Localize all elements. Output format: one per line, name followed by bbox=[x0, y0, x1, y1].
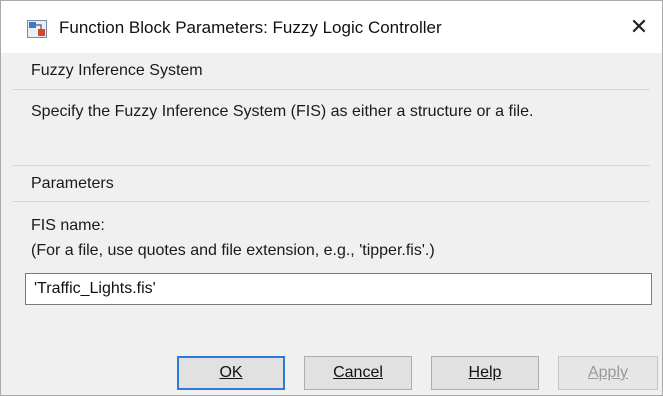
cancel-button[interactable]: Cancel bbox=[304, 356, 412, 390]
title-bar: Function Block Parameters: Fuzzy Logic C… bbox=[1, 1, 662, 53]
section-divider bbox=[13, 201, 650, 202]
dialog-window: Function Block Parameters: Fuzzy Logic C… bbox=[0, 0, 663, 396]
ok-button[interactable]: OK bbox=[177, 356, 285, 390]
section-header-parameters: Parameters bbox=[31, 175, 114, 192]
apply-button: Apply bbox=[558, 356, 658, 390]
section-divider bbox=[13, 165, 650, 166]
fis-description: Specify the Fuzzy Inference System (FIS)… bbox=[31, 103, 534, 120]
close-icon[interactable]: ✕ bbox=[624, 13, 654, 41]
fis-name-input[interactable] bbox=[25, 273, 652, 305]
window-title: Function Block Parameters: Fuzzy Logic C… bbox=[59, 18, 442, 37]
fis-name-label-hint: (For a file, use quotes and file extensi… bbox=[31, 242, 435, 259]
simulink-block-icon bbox=[27, 20, 47, 38]
section-header-fis: Fuzzy Inference System bbox=[31, 62, 203, 79]
fis-name-label-line1: FIS name: bbox=[31, 217, 105, 234]
fis-name-label: FIS name: (For a file, use quotes and fi… bbox=[31, 213, 435, 263]
section-divider bbox=[13, 89, 650, 90]
help-button[interactable]: Help bbox=[431, 356, 539, 390]
